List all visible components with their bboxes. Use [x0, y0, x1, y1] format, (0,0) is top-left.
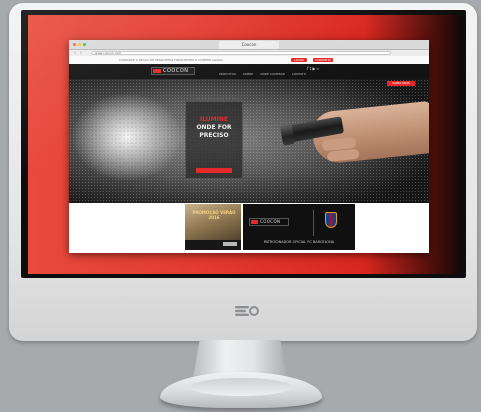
sponsor-divider	[313, 210, 314, 236]
flashlight-head	[279, 122, 296, 146]
site-header: COOCON PRODUTOS SOBRE ONDE COMPRAR CONTA…	[69, 64, 429, 79]
power-logo-icon	[235, 306, 259, 316]
maximize-window-button[interactable]	[83, 43, 86, 46]
promo-summer-button[interactable]	[223, 242, 237, 246]
hero-badge-button[interactable]: SAIBA MAIS	[387, 81, 415, 86]
cart-button[interactable]: CARRINHO	[313, 58, 333, 62]
sponsor-logo: COOCON	[249, 218, 289, 226]
hero-banner: SAIBA MAIS ILUMINE ONDE FOR PRECISO	[69, 79, 429, 203]
web-page: CONSULTE A SECAO DE PERGUNTAS FREQUENTES…	[69, 56, 429, 253]
menu-item-products[interactable]: PRODUTOS	[219, 72, 236, 76]
login-button[interactable]: LOGIN	[291, 58, 307, 62]
logo-mark-icon	[153, 69, 161, 73]
site-logo[interactable]: COOCON	[151, 67, 195, 75]
browser-tab[interactable]: Coocon	[219, 41, 279, 49]
screen: Coocon ‹ › www.coocon.com CONSULTE A SEC…	[21, 10, 466, 278]
monitor: Coocon ‹ › www.coocon.com CONSULTE A SEC…	[9, 3, 477, 341]
top-info-text: CONSULTE A SECAO DE PERGUNTAS FREQUENTES…	[119, 58, 223, 62]
browser-window: Coocon ‹ › www.coocon.com CONSULTE A SEC…	[69, 40, 429, 253]
sponsor-caption: PATROCINADOR OFICIAL FC BARCELONA	[263, 240, 335, 244]
finger-shape	[326, 148, 360, 162]
stand-base-highlight	[190, 378, 292, 396]
promo-summer-text: PROMOÇÃO VERÃO 2016	[192, 210, 236, 220]
browser-tab-bar: Coocon	[69, 40, 429, 50]
social-icons[interactable]: f t ▶ ⌕	[307, 66, 319, 71]
main-menu: PRODUTOS SOBRE ONDE COMPRAR CONTATO	[219, 72, 312, 77]
hero-title-line-1: ILUMINE	[199, 116, 229, 123]
menu-item-about[interactable]: SOBRE	[243, 72, 253, 76]
hero-cta-button[interactable]	[196, 168, 232, 173]
promo-card-summer[interactable]: PROMOÇÃO VERÃO 2016	[185, 204, 241, 250]
hero-title: ILUMINE ONDE FOR PRECISO	[189, 116, 239, 140]
address-bar[interactable]: www.coocon.com	[91, 51, 391, 55]
close-window-button[interactable]	[73, 43, 76, 46]
logo-text: COOCON	[163, 68, 189, 74]
monitor-stand-base	[160, 372, 322, 408]
menu-item-where-to-buy[interactable]: ONDE COMPRAR	[260, 72, 285, 76]
sponsor-logo-mark-icon	[251, 220, 258, 224]
hero-title-line-2: ONDE FOR	[196, 124, 232, 131]
menu-item-contact[interactable]: CONTATO	[292, 72, 306, 76]
top-info-strip: CONSULTE A SECAO DE PERGUNTAS FREQUENTES…	[69, 56, 429, 64]
promo-card-sponsor[interactable]: COOCON PATROCINADOR OFICIAL FC BARCELONA	[243, 204, 355, 250]
promo-section: PROMOÇÃO VERÃO 2016 COOCON PATROCINADOR …	[69, 203, 429, 253]
fc-barcelona-crest-icon	[325, 212, 337, 228]
minimize-window-button[interactable]	[78, 43, 81, 46]
hero-title-line-3: PRECISO	[199, 132, 229, 139]
hero-card: ILUMINE ONDE FOR PRECISO	[185, 101, 243, 179]
sponsor-logo-text: COOCON	[260, 219, 281, 224]
